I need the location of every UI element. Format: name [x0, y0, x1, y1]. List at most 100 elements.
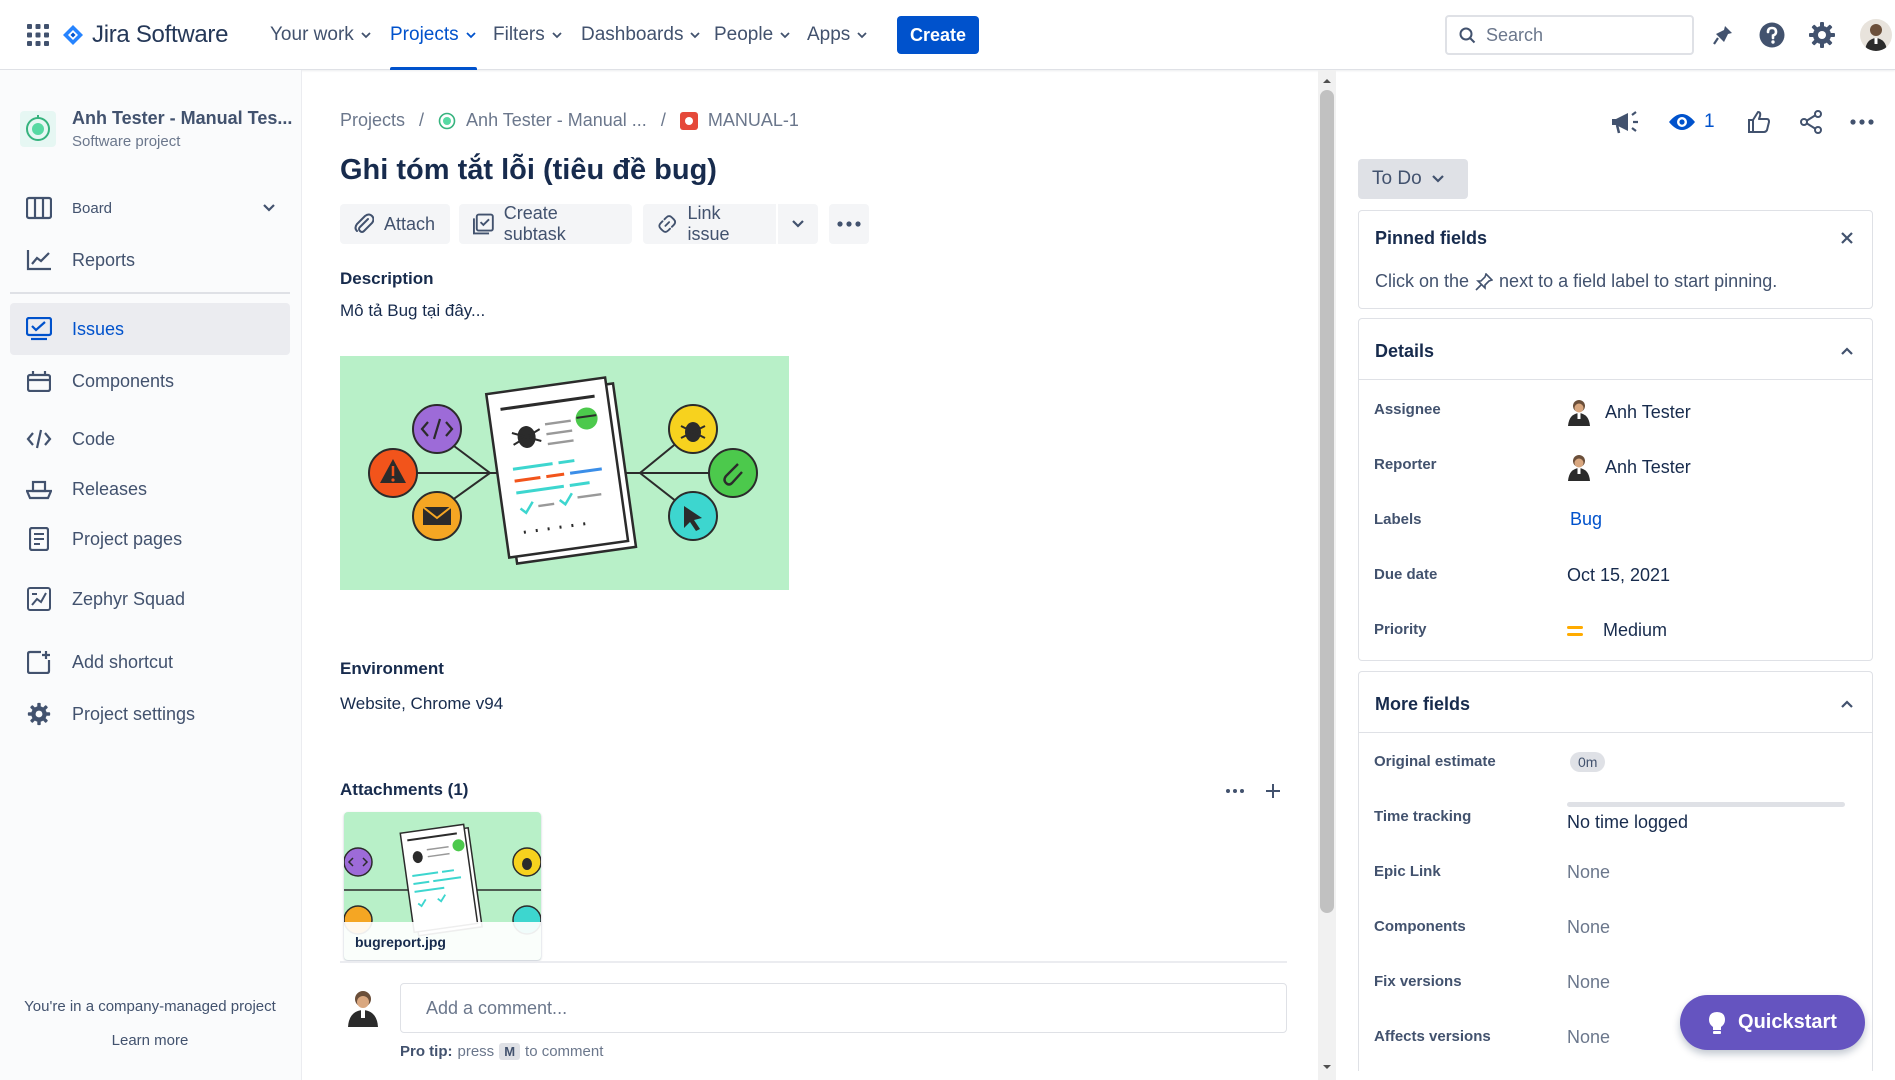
sidebar-item-releases[interactable]: Releases [10, 463, 290, 515]
sidebar-item-label: Code [72, 428, 116, 449]
fix-versions-value[interactable]: None [1567, 972, 1610, 993]
affects-versions-value[interactable]: None [1567, 1027, 1610, 1048]
pinned-hint-before: Click on the [1375, 271, 1470, 291]
labels-label: Labels [1374, 511, 1422, 528]
more-actions-button[interactable] [829, 204, 869, 244]
nav-filters[interactable]: Filters [493, 0, 563, 70]
page-icon [26, 526, 52, 552]
attach-label: Attach [384, 213, 436, 234]
affects-versions-label: Affects versions [1374, 1028, 1491, 1045]
settings-gear-icon[interactable] [1807, 20, 1837, 50]
project-header[interactable]: Anh Tester - Manual Tes... Software proj… [20, 108, 292, 150]
nav-your-work[interactable]: Your work [270, 0, 372, 70]
issue-title[interactable]: Ghi tóm tắt lỗi (tiêu đề bug) [340, 154, 717, 187]
jira-logo[interactable]: Jira Software [62, 20, 228, 50]
feedback-megaphone-icon[interactable] [1608, 105, 1642, 139]
watch-button[interactable]: 1 [1668, 105, 1715, 139]
status-label: To Do [1372, 168, 1422, 189]
create-subtask-button[interactable]: Create subtask [459, 203, 632, 244]
chevron-up-icon[interactable] [1834, 691, 1860, 717]
nav-label: Dashboards [581, 24, 684, 45]
components-value[interactable]: None [1567, 917, 1610, 938]
chevron-up-icon[interactable] [1834, 338, 1860, 364]
details-title[interactable]: Details [1375, 341, 1434, 362]
sidebar-item-zephyr-squad[interactable]: Zephyr Squad [10, 573, 290, 625]
search-icon [1459, 27, 1476, 43]
paperclip-icon [354, 213, 374, 233]
original-estimate-field[interactable]: 0m [1570, 752, 1606, 772]
learn-more-link[interactable]: Learn more [0, 1032, 300, 1049]
sidebar-item-components[interactable]: Components [10, 355, 290, 407]
attachment-filename: bugreport.jpg [344, 922, 541, 960]
status-dropdown[interactable]: To Do [1358, 159, 1468, 199]
nav-label: Projects [390, 24, 459, 45]
description-label: Description [340, 269, 434, 288]
sidebar-item-issues[interactable]: Issues [10, 303, 290, 355]
more-dots-icon[interactable] [1845, 105, 1879, 139]
sidebar-item-label: Board [72, 199, 113, 217]
chevron-down-icon [263, 204, 275, 212]
link-issue-button[interactable]: Link issue [643, 203, 776, 244]
more-fields-title[interactable]: More fields [1375, 694, 1470, 715]
quickstart-button[interactable]: Quickstart [1680, 995, 1865, 1050]
reporter-avatar [1568, 455, 1590, 481]
label-bug[interactable]: Bug [1570, 509, 1602, 530]
reporter-field[interactable]: Anh Tester [1567, 453, 1691, 481]
labels-field[interactable]: Bug [1570, 509, 1602, 530]
due-date-label: Due date [1374, 566, 1438, 583]
help-icon[interactable] [1757, 20, 1787, 50]
time-tracking-bar[interactable] [1567, 802, 1845, 807]
sidebar-item-project-settings[interactable]: Project settings [10, 688, 290, 740]
assignee-name: Anh Tester [1605, 401, 1691, 422]
priority-field[interactable]: Medium [1567, 620, 1667, 641]
breadcrumb-project[interactable]: Anh Tester - Manual ... [438, 110, 647, 131]
reporter-label: Reporter [1374, 456, 1437, 473]
nav-dashboards[interactable]: Dashboards [581, 0, 701, 70]
user-avatar[interactable] [1860, 19, 1892, 51]
reporter-name: Anh Tester [1605, 456, 1691, 477]
like-thumbs-up-icon[interactable] [1742, 105, 1776, 139]
search-box[interactable] [1445, 15, 1694, 55]
scroll-up-arrow-icon[interactable] [1320, 74, 1334, 88]
app-switcher-icon[interactable] [27, 24, 49, 46]
attach-button[interactable]: Attach [340, 204, 450, 244]
create-button[interactable]: Create [897, 16, 979, 54]
sidebar-item-label: Project pages [72, 528, 183, 549]
nav-apps[interactable]: Apps [807, 0, 868, 70]
comment-input[interactable] [400, 983, 1287, 1033]
attachments-more-icon[interactable] [1220, 776, 1250, 806]
priority-medium-icon [1567, 625, 1583, 636]
bug-issue-type-icon [679, 111, 698, 130]
sidebar-item-project-pages[interactable]: Project pages [10, 513, 290, 565]
epic-link-value[interactable]: None [1567, 862, 1610, 883]
share-icon[interactable] [1794, 105, 1828, 139]
sidebar-item-reports[interactable]: Reports [10, 234, 290, 286]
environment-text[interactable]: Website, Chrome v94 [340, 694, 503, 714]
priority-label: Priority [1374, 621, 1427, 638]
chevron-down-icon [690, 32, 701, 39]
sidebar-item-add-shortcut[interactable]: Add shortcut [10, 636, 290, 688]
quickstart-label: Quickstart [1738, 1011, 1837, 1033]
due-date-field[interactable]: Oct 15, 2021 [1567, 565, 1670, 586]
attachment-card[interactable]: bugreport.jpg [344, 812, 541, 960]
breadcrumb-issue[interactable]: MANUAL-1 [679, 110, 799, 131]
bug-report-image[interactable] [340, 356, 789, 590]
notifications-icon[interactable] [1708, 20, 1738, 50]
sidebar-item-board[interactable]: Board [10, 182, 290, 234]
description-text[interactable]: Mô tả Bug tại đây... [340, 301, 485, 321]
close-icon[interactable] [1834, 225, 1860, 251]
breadcrumb-projects[interactable]: Projects [340, 110, 405, 131]
add-attachment-icon[interactable] [1258, 776, 1288, 806]
scroll-down-arrow-icon[interactable] [1320, 1060, 1334, 1074]
pro-tip-press: press [457, 1043, 495, 1060]
breadcrumb: Projects / Anh Tester - Manual ... / MAN… [340, 110, 799, 131]
assignee-field[interactable]: Anh Tester [1567, 398, 1691, 426]
search-input[interactable] [1486, 24, 1666, 46]
scrollbar-thumb[interactable] [1320, 90, 1334, 913]
time-tracking-value[interactable]: No time logged [1567, 812, 1688, 833]
components-icon [26, 368, 52, 394]
nav-people[interactable]: People [714, 0, 791, 70]
sidebar-item-code[interactable]: Code [10, 413, 290, 465]
nav-projects[interactable]: Projects [390, 0, 477, 70]
link-issue-dropdown-button[interactable] [778, 204, 818, 244]
